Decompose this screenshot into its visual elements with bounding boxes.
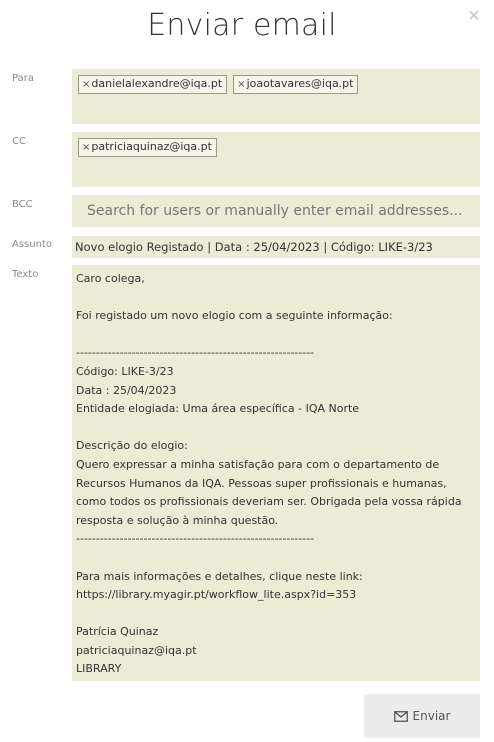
to-field[interactable]: ×danielalexandre@iqa.pt ×joaotavares@iqa.…	[72, 69, 480, 124]
bcc-field	[72, 195, 480, 227]
subject-value: Novo elogio Registado | Data : 25/04/202…	[75, 240, 433, 254]
recipient-chip[interactable]: ×joaotavares@iqa.pt	[233, 75, 359, 94]
bcc-search-input[interactable]	[72, 195, 480, 227]
cc-field[interactable]: ×patriciaquinaz@iqa.pt	[72, 132, 480, 187]
send-button[interactable]: Enviar	[364, 694, 480, 738]
remove-chip-icon[interactable]: ×	[237, 79, 245, 90]
body-value: Caro colega, Foi registado um novo elogi…	[76, 272, 462, 676]
close-icon[interactable]: ✕	[466, 8, 482, 24]
body-label: Texto	[12, 269, 39, 280]
recipient-chip[interactable]: ×patriciaquinaz@iqa.pt	[78, 138, 217, 157]
bcc-label: BCC	[12, 199, 33, 210]
to-label: Para	[12, 73, 34, 84]
send-button-label: Enviar	[412, 709, 451, 723]
body-field[interactable]: Caro colega, Foi registado um novo elogi…	[72, 265, 480, 681]
subject-field[interactable]: Novo elogio Registado | Data : 25/04/202…	[72, 236, 480, 258]
recipient-email: patriciaquinaz@iqa.pt	[91, 140, 212, 153]
recipient-email: danielalexandre@iqa.pt	[91, 77, 223, 90]
subject-label: Assunto	[12, 239, 52, 250]
dialog-title: Enviar email	[147, 8, 337, 43]
recipient-email: joaotavares@iqa.pt	[246, 77, 354, 90]
remove-chip-icon[interactable]: ×	[82, 142, 90, 153]
remove-chip-icon[interactable]: ×	[82, 79, 90, 90]
cc-label: CC	[12, 136, 26, 147]
recipient-chip[interactable]: ×danielalexandre@iqa.pt	[78, 75, 228, 94]
envelope-icon	[393, 710, 408, 722]
